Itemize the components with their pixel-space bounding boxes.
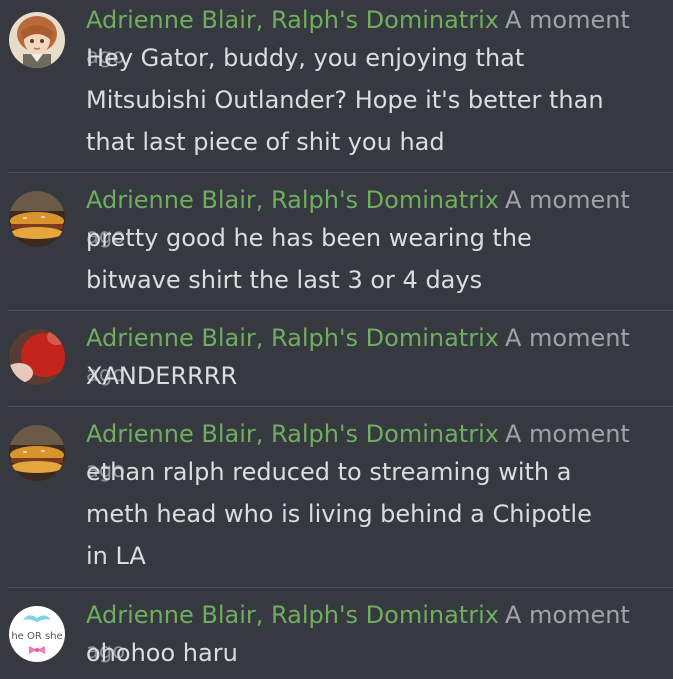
message-text: Hey Gator, buddy, you enjoying that Mits…: [86, 37, 646, 163]
timestamp: A moment: [504, 601, 630, 629]
message-text: ohohoo haru: [86, 632, 646, 674]
anime-girl-avatar[interactable]: [9, 12, 65, 68]
timestamp: A moment: [504, 6, 630, 34]
timestamp: A moment: [504, 186, 630, 214]
author-name[interactable]: Adrienne Blair, Ralph's Dominatrix: [86, 6, 499, 34]
chat-message: he OR she Adrienne Blair, Ralph's Domina…: [0, 588, 673, 679]
chat-message: Adrienne Blair, Ralph's Dominatrix A mome…: [0, 0, 673, 172]
burger-avatar[interactable]: [9, 191, 65, 247]
message-line: in LA: [86, 542, 146, 570]
author-name[interactable]: Adrienne Blair, Ralph's Dominatrix: [86, 420, 499, 448]
timestamp: A moment: [504, 420, 630, 448]
message-line: Hey Gator, buddy, you enjoying that: [86, 44, 525, 72]
chat-message: Adrienne Blair, Ralph's Dominatrix A mome…: [0, 407, 673, 587]
message-line: meth head who is living behind a Chipotl…: [86, 500, 592, 528]
message-line: XANDERRRR: [86, 362, 238, 390]
message-text: XANDERRRR: [86, 355, 646, 397]
author-name[interactable]: Adrienne Blair, Ralph's Dominatrix: [86, 601, 499, 629]
message-text: ethan ralph reduced to streaming with a …: [86, 451, 646, 577]
message-line: that last piece of shit you had: [86, 128, 445, 156]
message-line: ohohoo haru: [86, 639, 238, 667]
chat-message: Adrienne Blair, Ralph's Dominatrix A mome…: [0, 311, 673, 406]
burger-avatar[interactable]: [9, 425, 65, 481]
author-name[interactable]: Adrienne Blair, Ralph's Dominatrix: [86, 186, 499, 214]
message-line: Mitsubishi Outlander? Hope it's better t…: [86, 86, 604, 114]
message-line: pretty good he has been wearing the: [86, 224, 532, 252]
red-blur-avatar[interactable]: [9, 329, 65, 385]
timestamp: A moment: [504, 324, 630, 352]
message-line: bitwave shirt the last 3 or 4 days: [86, 266, 483, 294]
he-or-she-avatar[interactable]: he OR she: [9, 606, 65, 662]
message-line: ethan ralph reduced to streaming with a: [86, 458, 572, 486]
message-text: pretty good he has been wearing the bitw…: [86, 217, 646, 301]
chat-message: Adrienne Blair, Ralph's Dominatrix A mome…: [0, 173, 673, 310]
avatar-text: he OR she: [11, 631, 62, 642]
author-name[interactable]: Adrienne Blair, Ralph's Dominatrix: [86, 324, 499, 352]
